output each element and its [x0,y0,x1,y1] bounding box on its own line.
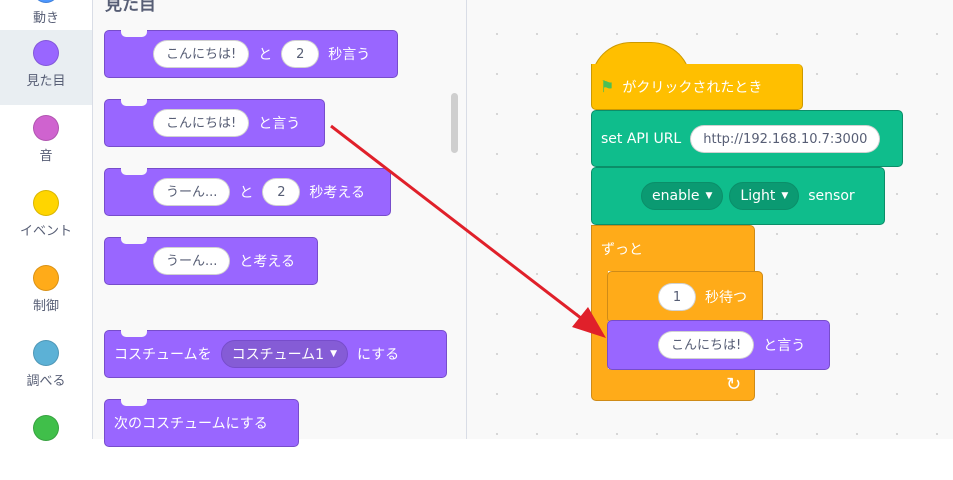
operators-dot-icon [33,415,59,441]
block-label: 秒考える [309,185,365,201]
when-flag-clicked-block[interactable]: ⚑ がクリックされたとき [591,64,803,110]
say-for-secs-block[interactable]: こんにちは! と 2 秒言う [104,30,398,78]
category-label: 調べる [26,374,66,389]
block-label: にする [357,347,400,363]
next-costume-block[interactable]: 次のコスチュームにする [104,399,299,447]
think-block[interactable]: うーん... と考える [104,237,318,285]
think-text-input[interactable]: うーん... [153,247,231,275]
block-label: コスチュームを [114,347,212,363]
forever-block[interactable]: ずっと [591,225,755,271]
dropdown-caret-icon: ▼ [781,191,789,201]
category-label: 音 [39,149,53,164]
dropdown-caret-icon: ▼ [705,191,713,201]
say-text-input[interactable]: こんにちは! [153,40,250,68]
say-block[interactable]: こんにちは! と言う [104,99,325,147]
events-dot-icon [33,190,59,216]
category-operators[interactable] [0,405,92,480]
dropdown-value: Light [740,188,776,204]
block-label: 次のコスチュームにする [114,416,268,432]
set-api-url-block[interactable]: set API URL http://192.168.10.7:3000 [591,110,903,167]
dropdown-value: enable [652,188,700,204]
api-url-input[interactable]: http://192.168.10.7:3000 [690,124,881,153]
think-for-secs-block[interactable]: うーん... と 2 秒考える [104,168,391,216]
category-label: 制御 [32,299,59,314]
wait-secs-block[interactable]: 1 秒待つ [607,271,763,323]
costume-dropdown[interactable]: コスチューム1 ▼ [220,340,349,368]
palette-scrollbar[interactable] [451,93,458,153]
block-label: と [239,185,254,201]
category-label: 見た目 [26,74,66,89]
category-events[interactable]: イベント [0,180,92,255]
think-text-input[interactable]: うーん... [153,178,231,206]
block-label: set API URL [601,130,682,147]
sensor-name-dropdown[interactable]: Light ▼ [729,182,800,210]
say-text-input[interactable]: こんにちは! [153,109,250,137]
sound-dot-icon [33,115,59,141]
script-say-block[interactable]: こんにちは! と言う [607,320,830,370]
costume-dropdown-value: コスチューム1 [231,347,325,363]
category-label: 動き [32,11,59,26]
secs-input[interactable]: 2 [262,178,301,206]
loop-arrow-icon: ↻ [726,374,742,395]
block-label: がクリックされたとき [622,79,763,96]
control-dot-icon [33,265,59,291]
category-label: イベント [19,224,72,239]
block-label: と考える [239,254,295,270]
category-sidebar: 動き 見た目 音 イベント 制御 調べる [0,0,93,441]
green-flag-icon: ⚑ [600,77,615,96]
sensing-dot-icon [33,340,59,366]
block-label: と [258,47,273,63]
category-looks[interactable]: 見た目 [0,30,92,105]
say-text-input[interactable]: こんにちは! [658,331,755,359]
palette-section-title: 見た目 [105,0,156,15]
switch-costume-block[interactable]: コスチュームを コスチューム1 ▼ にする [104,330,447,378]
forever-block-arm [591,270,608,370]
motion-dot-icon [33,0,59,3]
category-sound[interactable]: 音 [0,105,92,180]
dropdown-caret-icon: ▼ [330,349,338,359]
category-control[interactable]: 制御 [0,255,92,330]
looks-dot-icon [33,40,59,66]
block-label: と言う [763,338,806,354]
block-label: 秒待つ [705,290,747,306]
block-label: と言う [258,116,301,132]
block-label: ずっと [601,241,643,258]
block-label: sensor [808,188,855,204]
category-sensing[interactable]: 調べる [0,330,92,405]
block-label: 秒言う [328,47,371,63]
sensor-mode-dropdown[interactable]: enable ▼ [641,182,724,210]
secs-input[interactable]: 2 [281,40,320,68]
sensor-block[interactable]: enable ▼ Light ▼ sensor [591,167,885,225]
wait-secs-input[interactable]: 1 [658,283,696,311]
